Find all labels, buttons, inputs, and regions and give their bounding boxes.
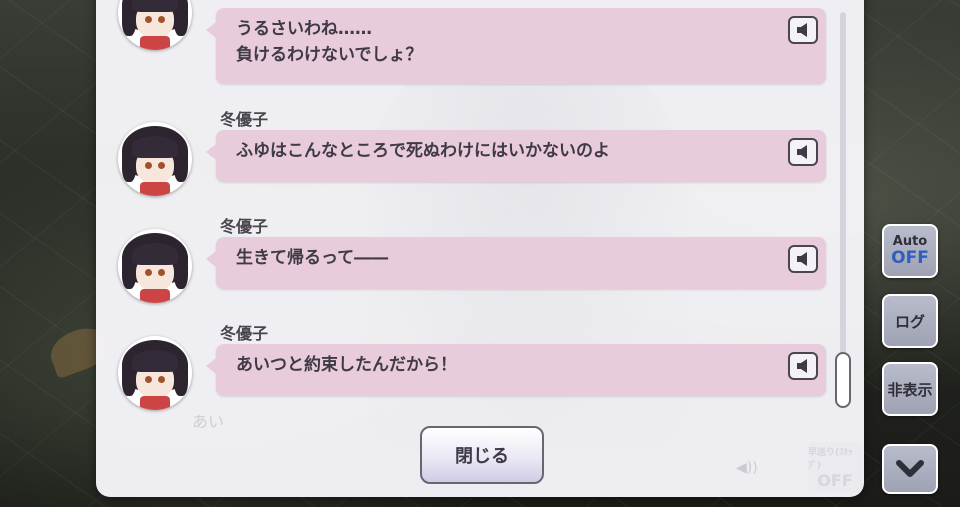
message-text: ふゆはこんなところで死ぬわけにはいかないのよ	[236, 141, 610, 161]
voice-replay-button[interactable]	[788, 245, 818, 273]
speaker-icon	[797, 145, 807, 159]
speaker-name: 冬優子	[220, 110, 269, 129]
scrollbar-track[interactable]	[840, 12, 846, 407]
faded-speaker-icon: ◀))	[736, 460, 758, 476]
speaker-icon	[797, 23, 807, 37]
avatar	[118, 336, 192, 410]
auto-label: Auto	[892, 234, 928, 249]
message-bubble: ふゆはこんなところで死ぬわけにはいかないのよ	[206, 130, 826, 182]
log-label: ログ	[894, 312, 925, 331]
faint-skip-label: 早送り(ｽｷｯﾌﾟ)	[808, 447, 853, 471]
close-button[interactable]: 閉じる	[420, 426, 544, 484]
faint-skip-state: OFF	[817, 470, 853, 490]
voice-replay-button[interactable]	[788, 16, 818, 44]
scrollbar-thumb[interactable]	[835, 352, 851, 408]
message-text: 生きて帰るって――	[236, 248, 389, 268]
auto-state: OFF	[891, 248, 929, 268]
voice-replay-button[interactable]	[788, 138, 818, 166]
message-bubble: あいつと約束したんだから！	[206, 344, 826, 396]
message-bubble: うるさいわね…… 負けるわけないでしょ？	[206, 8, 826, 84]
hide-ui-button[interactable]: 非表示	[882, 362, 938, 416]
voice-replay-button[interactable]	[788, 352, 818, 380]
log-panel: あい ◀)) うるさいわね…… 負けるわけないでしょ？ 冬優子 ふゆはこんなとこ…	[96, 0, 864, 497]
avatar	[118, 0, 192, 50]
faint-skip-toggle: 早送り(ｽｷｯﾌﾟ) OFF	[808, 442, 862, 492]
speaker-icon	[797, 359, 807, 373]
hide-label: 非表示	[887, 380, 933, 399]
log-entry: うるさいわね…… 負けるわけないでしょ？	[96, 0, 836, 84]
menu-toggle-button[interactable]	[882, 444, 938, 494]
log-button[interactable]: ログ	[882, 294, 938, 348]
speaker-name: 冬優子	[220, 217, 269, 236]
avatar	[118, 122, 192, 196]
message-text: あいつと約束したんだから！	[236, 355, 457, 375]
speaker-name: 冬優子	[220, 324, 269, 343]
log-entry: 冬優子 あいつと約束したんだから！	[96, 324, 836, 416]
auto-toggle-button[interactable]: Auto OFF	[882, 224, 938, 278]
avatar	[118, 229, 192, 303]
message-text: うるさいわね…… 負けるわけないでしょ？	[236, 19, 423, 65]
log-entry: 冬優子 生きて帰るって――	[96, 217, 836, 309]
log-entry: 冬優子 ふゆはこんなところで死ぬわけにはいかないのよ	[96, 110, 836, 202]
speaker-icon	[797, 252, 807, 266]
chevron-down-icon	[896, 460, 924, 477]
message-bubble: 生きて帰るって――	[206, 237, 826, 289]
